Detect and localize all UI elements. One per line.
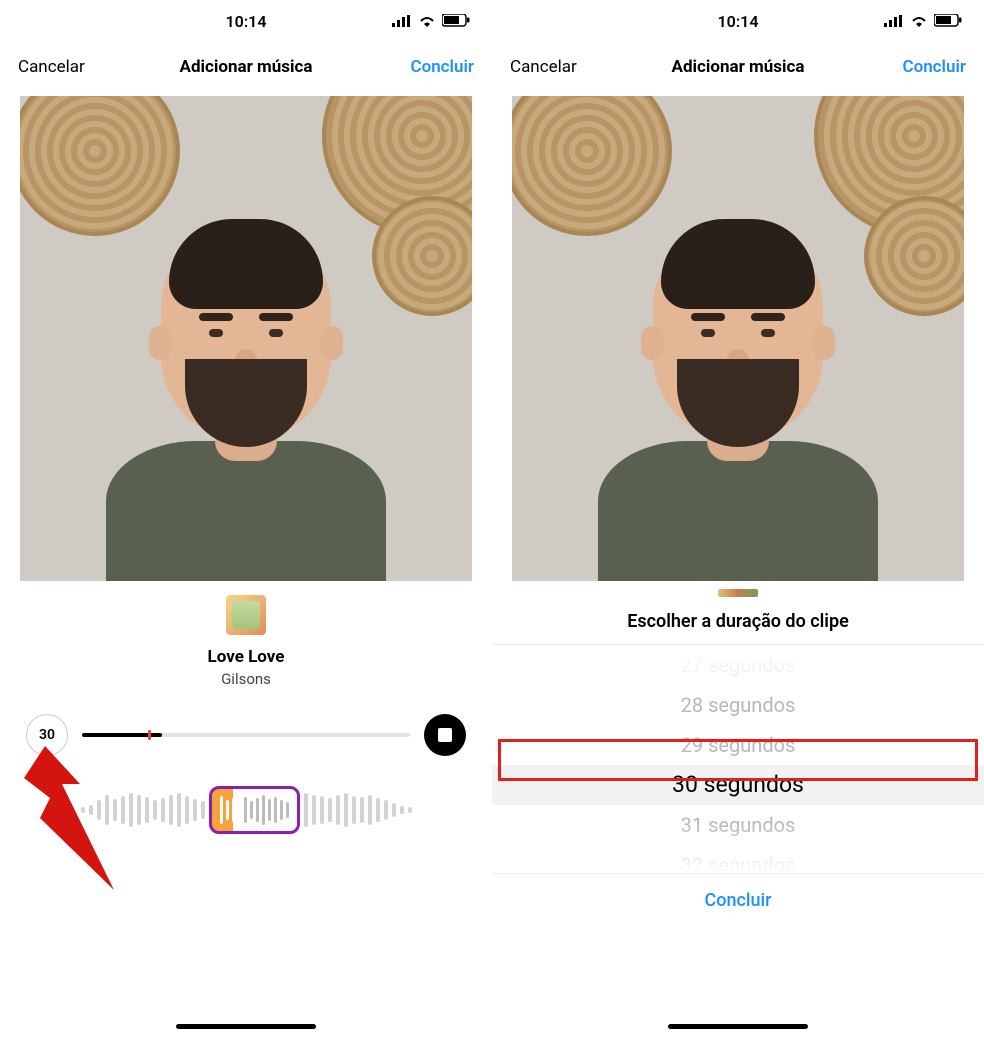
cancel-button[interactable]: Cancelar	[18, 57, 85, 77]
playback-controls: 30	[26, 714, 466, 756]
status-time: 10:14	[718, 12, 759, 31]
nav-bar: Cancelar Adicionar música Concluir	[492, 42, 984, 92]
signal-icon	[884, 12, 904, 31]
progress-marker	[148, 730, 151, 740]
stop-icon	[438, 728, 452, 742]
album-art[interactable]	[718, 589, 758, 597]
cancel-button[interactable]: Cancelar	[510, 57, 577, 77]
audio-clip-selector[interactable]	[209, 786, 300, 834]
progress-track[interactable]	[82, 733, 410, 737]
battery-icon	[934, 12, 962, 31]
duration-button[interactable]: 30	[26, 714, 68, 756]
wifi-icon	[910, 12, 928, 31]
done-button[interactable]: Concluir	[902, 57, 966, 77]
picker-option[interactable]: 29 segundos	[492, 725, 984, 765]
home-indicator[interactable]	[176, 1024, 316, 1029]
wifi-icon	[418, 12, 436, 31]
nav-bar: Cancelar Adicionar música Concluir	[0, 42, 492, 92]
status-time: 10:14	[226, 12, 267, 31]
picker-done-button[interactable]: Concluir	[492, 890, 984, 911]
photo-preview	[20, 96, 472, 581]
picker-option[interactable]: 32 segundos	[492, 845, 984, 874]
person-portrait	[106, 231, 386, 581]
nav-title: Adicionar música	[672, 57, 805, 77]
duration-picker[interactable]: 27 segundos 28 segundos 29 segundos 30 s…	[492, 644, 984, 874]
done-button[interactable]: Concluir	[410, 57, 474, 77]
status-bar: 10:14	[492, 0, 984, 42]
picker-option-selected[interactable]: 30 segundos	[492, 765, 984, 805]
track-artist: Gilsons	[0, 670, 492, 688]
stop-button[interactable]	[424, 714, 466, 756]
status-bar: 10:14	[0, 0, 492, 42]
phone-left: 10:14 Cancelar Adicionar música Concluir	[0, 0, 492, 1037]
track-title: Love Love	[0, 647, 492, 667]
picker-option[interactable]: 28 segundos	[492, 685, 984, 725]
person-portrait	[598, 231, 878, 581]
picker-option[interactable]: 27 segundos	[492, 645, 984, 685]
home-indicator[interactable]	[668, 1024, 808, 1029]
phone-right: 10:14 Cancelar Adicionar música Concluir	[492, 0, 984, 1037]
battery-icon	[442, 12, 470, 31]
picker-option[interactable]: 31 segundos	[492, 805, 984, 845]
photo-preview	[512, 96, 964, 581]
audio-waveform[interactable]	[0, 786, 492, 834]
album-art[interactable]	[226, 595, 266, 635]
signal-icon	[392, 12, 412, 31]
picker-title: Escolher a duração do clipe	[492, 611, 984, 632]
nav-title: Adicionar música	[180, 57, 313, 77]
